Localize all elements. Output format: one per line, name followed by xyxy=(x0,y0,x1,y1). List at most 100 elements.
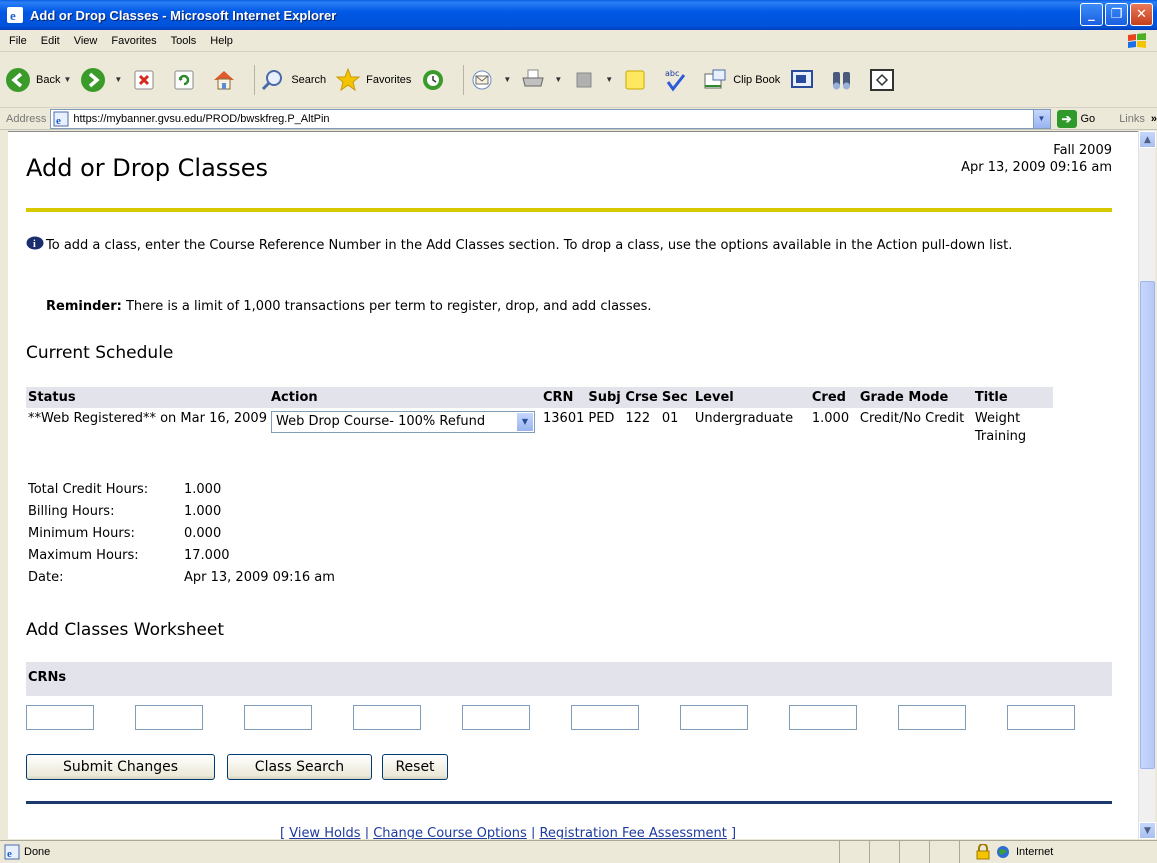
print-dropdown-icon[interactable]: ▼ xyxy=(554,75,562,84)
mail-button[interactable]: ▼ xyxy=(468,62,511,98)
back-arrow-icon xyxy=(4,66,32,94)
footer-links: [ View Holds | Change Course Options | R… xyxy=(280,826,737,839)
chevron-right-icon[interactable]: » xyxy=(1151,113,1157,125)
page-icon: e xyxy=(53,111,69,127)
action-select[interactable]: Web Drop Course- 100% Refund ▼ xyxy=(271,411,535,433)
menu-edit[interactable]: Edit xyxy=(34,35,67,47)
clip-book-button[interactable]: Clip Book xyxy=(701,62,780,98)
crn-input-4[interactable] xyxy=(353,705,421,730)
window-title-bar[interactable]: e Add or Drop Classes - Microsoft Intern… xyxy=(0,0,1157,30)
menu-tools[interactable]: Tools xyxy=(164,35,204,47)
crn-input-1[interactable] xyxy=(26,705,94,730)
crn-header: CRNs xyxy=(26,662,1112,696)
research-button[interactable] xyxy=(828,62,860,98)
crn-input-6[interactable] xyxy=(571,705,639,730)
refresh-button[interactable] xyxy=(170,62,202,98)
links-toolbar[interactable]: Links xyxy=(1119,113,1145,125)
submit-changes-button[interactable]: Submit Changes xyxy=(26,754,215,780)
class-search-button[interactable]: Class Search xyxy=(227,754,372,780)
svg-text:e: e xyxy=(7,848,12,860)
back-button[interactable]: Back ▼ xyxy=(4,62,71,98)
favorites-label: Favorites xyxy=(366,73,412,86)
row-sec: 01 xyxy=(661,411,679,426)
page-done-icon: e xyxy=(4,844,20,860)
col-status: Status xyxy=(26,387,269,408)
crn-input-9[interactable] xyxy=(898,705,966,730)
scroll-down-icon[interactable]: ▼ xyxy=(1139,822,1156,839)
maximize-button[interactable]: ❐ xyxy=(1105,3,1128,26)
forward-button[interactable]: ▼ xyxy=(79,62,122,98)
screen-capture-icon xyxy=(788,66,816,94)
back-dropdown-icon[interactable]: ▼ xyxy=(63,75,71,84)
min-hours-label: Minimum Hours: xyxy=(28,526,135,541)
close-button[interactable]: ✕ xyxy=(1130,3,1153,26)
address-input[interactable]: e https://mybanner.gvsu.edu/PROD/bwskfre… xyxy=(50,108,1051,129)
row-level: Undergraduate xyxy=(694,411,794,426)
window-button[interactable] xyxy=(868,62,900,98)
col-subj: Subj xyxy=(586,387,624,408)
info-message: To add a class, enter the Course Referen… xyxy=(46,238,1013,253)
col-title: Title xyxy=(972,387,1053,408)
crn-input-2[interactable] xyxy=(135,705,203,730)
menu-favorites[interactable]: Favorites xyxy=(104,35,163,47)
history-button[interactable] xyxy=(419,62,451,98)
scrollbar-thumb[interactable] xyxy=(1140,281,1155,769)
sticky-note-icon xyxy=(621,66,649,94)
view-holds-link[interactable]: View Holds xyxy=(289,826,360,839)
go-button[interactable]: ➔ Go xyxy=(1056,109,1095,128)
current-schedule-heading: Current Schedule xyxy=(26,343,174,363)
reset-button[interactable]: Reset xyxy=(382,754,448,780)
crn-input-5[interactable] xyxy=(462,705,530,730)
address-url: https://mybanner.gvsu.edu/PROD/bwskfreg.… xyxy=(73,112,330,125)
crn-input-10[interactable] xyxy=(1007,705,1075,730)
schedule-table: Status Action CRN Subj Crse Sec Level Cr… xyxy=(26,387,1053,448)
stop-button[interactable] xyxy=(130,62,162,98)
menu-file[interactable]: File xyxy=(0,35,34,47)
date-label: Date: xyxy=(28,570,64,585)
form-buttons: Submit Changes Class Search Reset xyxy=(26,754,448,780)
home-button[interactable] xyxy=(210,62,242,98)
windows-logo-icon xyxy=(1128,33,1146,48)
crn-input-7[interactable] xyxy=(680,705,748,730)
billing-label: Billing Hours: xyxy=(28,504,115,519)
crn-input-3[interactable] xyxy=(244,705,312,730)
forward-arrow-icon xyxy=(79,66,107,94)
menu-help[interactable]: Help xyxy=(203,35,240,47)
vertical-scrollbar[interactable]: ▲ ▼ xyxy=(1138,131,1156,839)
registration-fee-assessment-link[interactable]: Registration Fee Assessment xyxy=(539,826,726,839)
forward-dropdown-icon[interactable]: ▼ xyxy=(114,75,122,84)
page-datetime: Apr 13, 2009 09:16 am xyxy=(961,160,1112,175)
change-course-options-link[interactable]: Change Course Options xyxy=(373,826,527,839)
spellcheck-button[interactable]: abc xyxy=(661,62,693,98)
screen-capture-button[interactable] xyxy=(788,62,820,98)
edit-dropdown-icon[interactable]: ▼ xyxy=(605,75,613,84)
chevron-down-icon[interactable]: ▼ xyxy=(517,413,533,431)
mail-dropdown-icon[interactable]: ▼ xyxy=(503,75,511,84)
security-zone: Internet xyxy=(960,844,1053,860)
crn-input-8[interactable] xyxy=(789,705,857,730)
row-crse: 122 xyxy=(625,411,651,426)
row-subj: PED xyxy=(588,411,615,426)
stop-icon xyxy=(130,66,158,94)
minimize-button[interactable]: _ xyxy=(1080,3,1103,26)
minimize-icon: _ xyxy=(1088,7,1095,22)
address-dropdown-icon[interactable]: ▼ xyxy=(1032,109,1050,128)
internet-explorer-icon: e xyxy=(7,7,23,23)
edit-button[interactable]: ▼ xyxy=(570,62,613,98)
search-button[interactable]: Search xyxy=(259,62,326,98)
svg-text:e: e xyxy=(56,115,61,127)
note-button[interactable] xyxy=(621,62,653,98)
print-button[interactable]: ▼ xyxy=(519,62,562,98)
toolbar: Back ▼ ▼ Search Favorites ▼ ▼ ▼ abc Clip… xyxy=(0,52,1157,108)
menu-view[interactable]: View xyxy=(67,35,105,47)
globe-icon xyxy=(997,846,1009,858)
research-binoculars-icon xyxy=(828,66,856,94)
scroll-up-icon[interactable]: ▲ xyxy=(1139,131,1156,148)
clip-book-label: Clip Book xyxy=(733,73,781,86)
max-hours-value: 17.000 xyxy=(184,548,230,563)
favorites-button[interactable]: Favorites xyxy=(334,62,411,98)
go-arrow-icon: ➔ xyxy=(1056,109,1077,128)
close-icon: ✕ xyxy=(1136,7,1147,22)
term-name: Fall 2009 xyxy=(1053,143,1112,158)
min-hours-value: 0.000 xyxy=(184,526,222,541)
